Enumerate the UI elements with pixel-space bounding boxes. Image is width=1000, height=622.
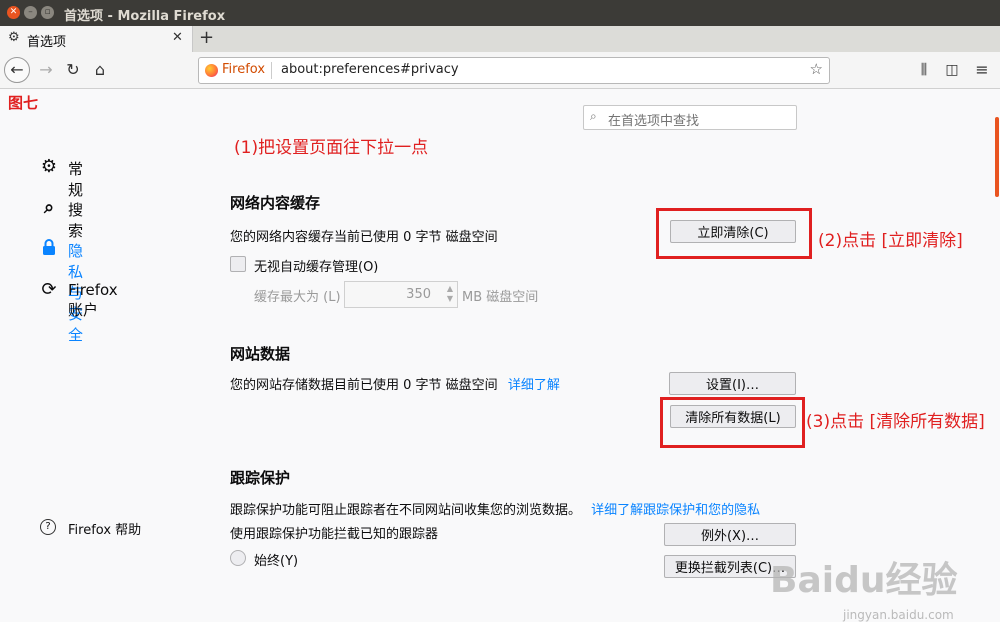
tracking-exceptions-button[interactable]: 例外(X)… — [664, 523, 796, 546]
figure-label: 图七 — [8, 94, 39, 112]
annotation-step-3: (3)点击 [清除所有数据] — [806, 412, 985, 432]
bookmark-star-icon[interactable]: ☆ — [810, 60, 823, 78]
forward-arrow-icon[interactable]: → — [34, 58, 58, 82]
tab-preferences[interactable]: ⚙ 首选项 ✕ — [0, 26, 193, 52]
cache-heading: 网络内容缓存 — [230, 194, 321, 212]
cache-usage-text: 您的网络内容缓存当前已使用 0 字节 磁盘空间 — [230, 230, 498, 245]
identity-label: Firefox — [222, 62, 266, 77]
site-data-settings-button[interactable]: 设置(I)… — [669, 372, 796, 395]
scrollbar-thumb[interactable] — [995, 117, 999, 197]
sidebar-item-label: Firefox 账户 — [68, 281, 118, 319]
tab-title: 首选项 — [27, 35, 67, 50]
sidebar-toggle-icon[interactable]: ◫ — [940, 58, 964, 82]
gear-icon: ⚙ — [40, 156, 58, 177]
library-icon[interactable]: ⫼ — [912, 58, 936, 82]
tab-bar: ⚙ 首选项 ✕ + — [0, 26, 1000, 52]
watermark-url: jingyan.baidu.com — [843, 608, 954, 622]
sync-icon: ⟳ — [41, 279, 57, 300]
tracking-always-label: 始终(Y) — [254, 554, 299, 569]
url-separator — [271, 62, 272, 79]
search-icon: ⌕ — [43, 197, 55, 218]
window-title: 首选项 - Mozilla Firefox — [64, 9, 226, 24]
new-tab-icon[interactable]: + — [199, 27, 214, 48]
site-data-heading: 网站数据 — [230, 345, 291, 363]
sidebar-item-label: 搜索 — [68, 201, 84, 240]
site-data-usage: 您的网站存储数据目前已使用 0 字节 磁盘空间 — [230, 378, 498, 393]
home-icon[interactable]: ⌂ — [88, 58, 112, 82]
reload-icon[interactable]: ↻ — [61, 58, 85, 82]
sidebar-item-label: 常规 — [68, 160, 84, 199]
navigation-toolbar: ← → ↻ ⌂ Firefox about:preferences#privac… — [0, 52, 1000, 89]
search-icon: ⌕ — [590, 109, 597, 123]
preferences-content: 图七 ⌕ 在首选项中查找 (1)把设置页面往下拉一点 ⚙ 常规 ⌕ 搜索 隐私与… — [0, 89, 1000, 622]
menu-icon[interactable]: ≡ — [970, 58, 994, 82]
window-close-icon[interactable]: ✕ — [7, 6, 20, 19]
help-link[interactable]: Firefox 帮助 — [68, 519, 141, 538]
site-data-learn-more-link[interactable]: 详细了解 — [508, 378, 560, 393]
preferences-search-input[interactable]: ⌕ 在首选项中查找 — [583, 105, 797, 130]
search-placeholder: 在首选项中查找 — [608, 114, 700, 129]
url-text[interactable]: about:preferences#privacy — [281, 62, 459, 77]
window-minimize-icon[interactable]: – — [24, 6, 37, 19]
tracking-learn-more-link[interactable]: 详细了解跟踪保护和您的隐私 — [591, 503, 760, 518]
cache-limit-value: 350 — [406, 287, 431, 302]
window-titlebar: ✕ – ▫ 首选项 - Mozilla Firefox — [0, 0, 1000, 26]
annotation-step-1: (1)把设置页面往下拉一点 — [234, 138, 429, 158]
spinner-icon[interactable]: ▲ ▼ — [447, 284, 453, 304]
gear-icon: ⚙ — [8, 30, 20, 45]
url-bar[interactable]: Firefox about:preferences#privacy ☆ — [198, 57, 830, 84]
tracking-block-label: 使用跟踪保护功能拦截已知的跟踪器 — [230, 527, 439, 542]
tracking-desc-line: 跟踪保护功能可阻止跟踪者在不同网站间收集您的浏览数据。 详细了解跟踪保护和您的隐… — [230, 499, 760, 518]
close-icon[interactable]: ✕ — [172, 30, 183, 45]
window-maximize-icon[interactable]: ▫ — [41, 6, 54, 19]
site-data-usage-text: 您的网站存储数据目前已使用 0 字节 磁盘空间 详细了解 — [230, 374, 560, 393]
clear-now-button[interactable]: 立即清除(C) — [670, 220, 796, 243]
clear-all-data-button[interactable]: 清除所有数据(L) — [670, 405, 796, 428]
lock-icon — [38, 238, 60, 260]
cache-limit-label: 缓存最大为 (L) — [254, 290, 341, 305]
override-cache-checkbox[interactable] — [230, 256, 246, 272]
tracking-desc: 跟踪保护功能可阻止跟踪者在不同网站间收集您的浏览数据。 — [230, 503, 582, 518]
override-cache-label: 无视自动缓存管理(O) — [254, 260, 379, 275]
watermark-logo: Baidu经验 — [770, 560, 958, 601]
tracking-heading: 跟踪保护 — [230, 469, 291, 487]
annotation-step-2: (2)点击 [立即清除] — [818, 231, 963, 251]
firefox-logo-icon — [205, 64, 218, 77]
back-arrow-icon[interactable]: ← — [4, 57, 30, 83]
cache-limit-input[interactable]: 350 ▲ ▼ — [344, 281, 458, 308]
help-icon[interactable]: ? — [40, 519, 56, 535]
cache-limit-unit: MB 磁盘空间 — [462, 290, 539, 305]
tracking-always-radio[interactable] — [230, 550, 246, 566]
